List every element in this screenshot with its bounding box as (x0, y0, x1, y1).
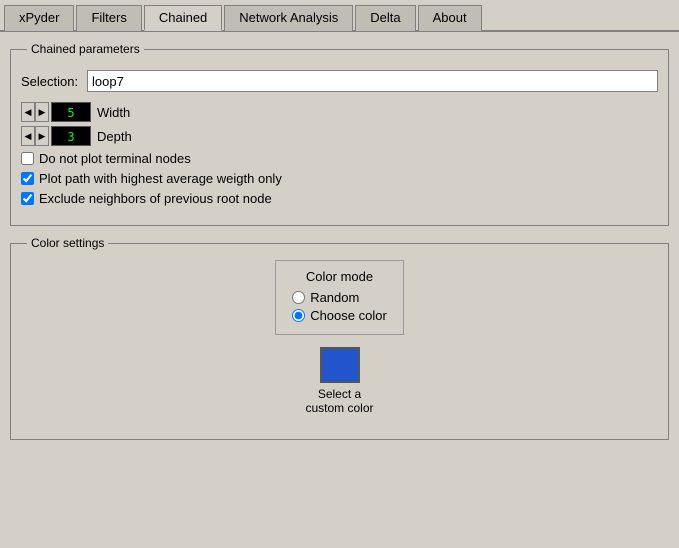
highest-avg-checkbox[interactable] (21, 172, 34, 185)
highest-avg-label: Plot path with highest average weigth on… (39, 171, 282, 186)
depth-decrease-btn[interactable]: ◀ (21, 126, 35, 146)
depth-arrows: ◀ ▶ (21, 126, 49, 146)
main-content: Chained parameters Selection: ◀ ▶ 5 Widt… (0, 32, 679, 460)
width-value: 5 (51, 102, 91, 122)
tab-about[interactable]: About (418, 5, 482, 31)
color-swatch-label: Select a custom color (305, 387, 373, 415)
choose-color-radio[interactable] (292, 309, 305, 322)
chained-params-legend: Chained parameters (27, 42, 144, 56)
exclude-neighbors-label: Exclude neighbors of previous root node (39, 191, 272, 206)
tab-network-analysis[interactable]: Network Analysis (224, 5, 353, 31)
selection-row: Selection: (21, 70, 658, 92)
radio-row-choose: Choose color (292, 308, 387, 323)
color-settings-legend: Color settings (27, 236, 108, 250)
tab-delta[interactable]: Delta (355, 5, 415, 31)
random-label: Random (310, 290, 359, 305)
color-mode-box: Color mode Random Choose color (275, 260, 404, 335)
width-spinner-row: ◀ ▶ 5 Width (21, 102, 658, 122)
no-terminal-label: Do not plot terminal nodes (39, 151, 191, 166)
width-increase-btn[interactable]: ▶ (35, 102, 49, 122)
random-radio[interactable] (292, 291, 305, 304)
depth-spinner-row: ◀ ▶ 3 Depth (21, 126, 658, 146)
color-group-inner: Color mode Random Choose color Select a … (21, 250, 658, 425)
width-arrows: ◀ ▶ (21, 102, 49, 122)
color-swatch-area: Select a custom color (305, 347, 373, 415)
width-decrease-btn[interactable]: ◀ (21, 102, 35, 122)
selection-label: Selection: (21, 74, 81, 89)
color-settings-group: Color settings Color mode Random Choose … (10, 236, 669, 440)
depth-increase-btn[interactable]: ▶ (35, 126, 49, 146)
chained-params-group: Chained parameters Selection: ◀ ▶ 5 Widt… (10, 42, 669, 226)
tab-bar: xPyder Filters Chained Network Analysis … (0, 0, 679, 32)
selection-input[interactable] (87, 70, 658, 92)
color-swatch[interactable] (320, 347, 360, 383)
depth-label: Depth (97, 129, 132, 144)
checkbox-row-1: Do not plot terminal nodes (21, 151, 658, 166)
tab-xpyder[interactable]: xPyder (4, 5, 74, 31)
depth-value: 3 (51, 126, 91, 146)
checkbox-row-2: Plot path with highest average weigth on… (21, 171, 658, 186)
tab-chained[interactable]: Chained (144, 5, 222, 31)
checkbox-row-3: Exclude neighbors of previous root node (21, 191, 658, 206)
radio-row-random: Random (292, 290, 387, 305)
width-label: Width (97, 105, 130, 120)
no-terminal-checkbox[interactable] (21, 152, 34, 165)
exclude-neighbors-checkbox[interactable] (21, 192, 34, 205)
tab-filters[interactable]: Filters (76, 5, 141, 31)
color-mode-title: Color mode (292, 269, 387, 284)
choose-color-label: Choose color (310, 308, 387, 323)
